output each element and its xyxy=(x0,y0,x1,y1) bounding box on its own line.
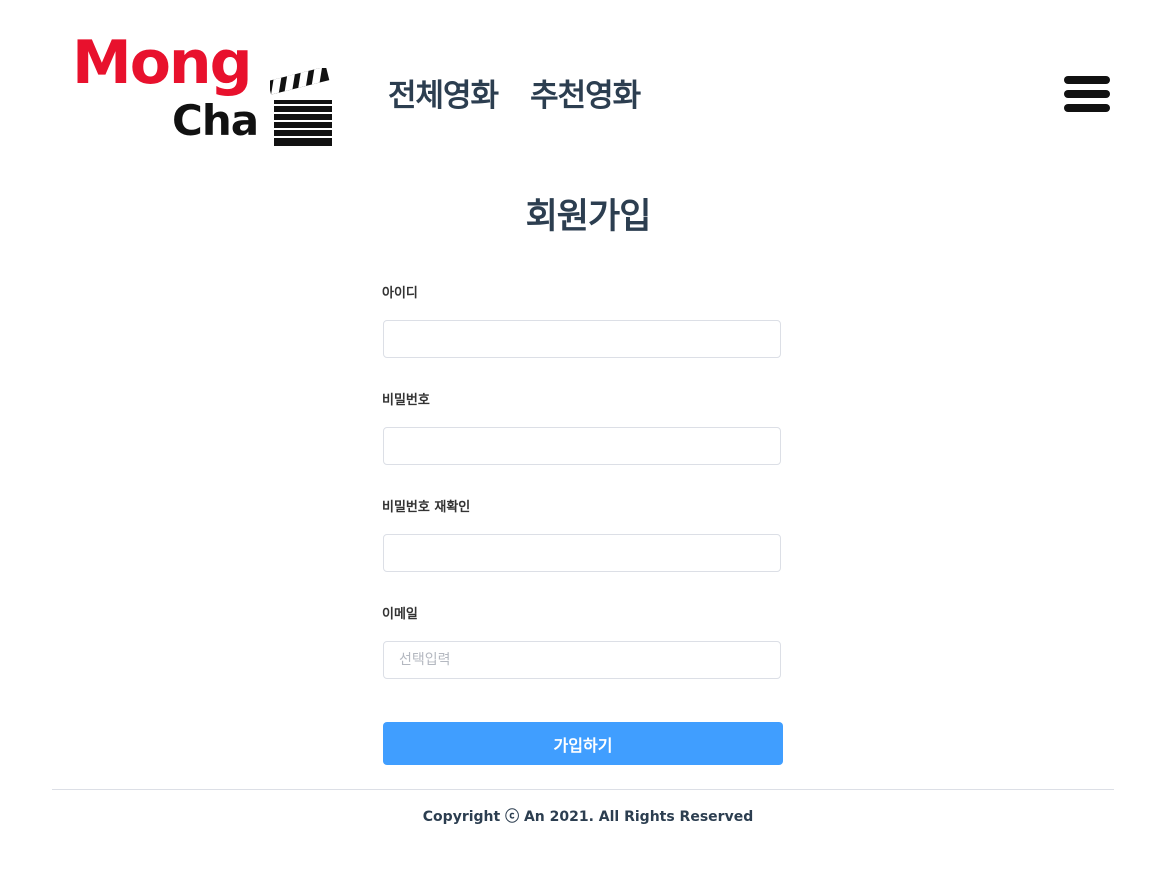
email-input[interactable] xyxy=(383,641,781,679)
main-nav: 전체영화 추천영화 xyxy=(388,70,641,115)
page-title: 회원가입 xyxy=(525,197,652,237)
logo[interactable]: Mong Cha xyxy=(52,28,342,152)
nav-recommended-movies[interactable]: 추천영화 xyxy=(530,70,641,115)
password-input[interactable] xyxy=(383,427,781,465)
id-input[interactable] xyxy=(383,320,781,358)
email-label: 이메일 xyxy=(382,607,418,622)
hamburger-menu-icon[interactable] xyxy=(1064,76,1110,112)
id-label: 아이디 xyxy=(382,286,418,301)
password-confirm-input[interactable] xyxy=(383,534,781,572)
nav-all-movies[interactable]: 전체영화 xyxy=(388,70,499,115)
footer-divider xyxy=(52,789,1114,790)
password-confirm-label: 비밀번호 재확인 xyxy=(382,500,471,515)
logo-text-mong: Mong xyxy=(72,28,253,98)
password-label: 비밀번호 xyxy=(382,393,430,408)
logo-text-cha: Cha xyxy=(172,96,259,145)
copyright-text: Copyright ⓒ An 2021. All Rights Reserved xyxy=(422,809,754,825)
signup-submit-button[interactable]: 가입하기 xyxy=(383,722,783,765)
clapperboard-icon xyxy=(270,68,332,146)
